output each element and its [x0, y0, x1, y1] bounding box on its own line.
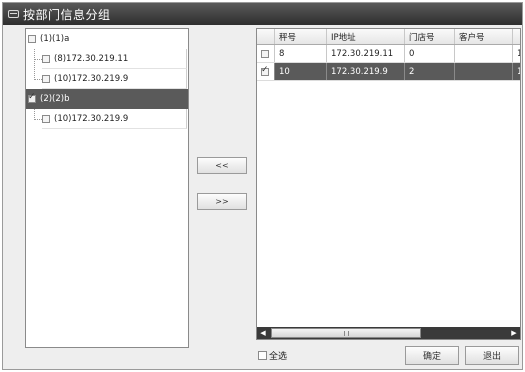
cell-ip: 172.30.219.9 — [327, 63, 405, 80]
column-header-extra[interactable] — [513, 29, 520, 44]
column-header-ip[interactable]: IP地址 — [327, 29, 405, 44]
tree-node-checkbox[interactable] — [42, 114, 50, 123]
window-icon — [8, 10, 19, 18]
scrollbar-thumb[interactable] — [271, 328, 421, 338]
department-tree[interactable]: (1)(1)a (8)172.30.219.11 (10)172.30.219.… — [25, 28, 189, 348]
grid-header: 秤号 IP地址 门店号 客户号 — [257, 29, 520, 45]
cell-scale-no: 10 — [275, 63, 327, 80]
row-check-cell — [257, 45, 275, 62]
table-row[interactable]: 8 172.30.219.11 0 1 — [257, 45, 520, 63]
tree-node-group[interactable]: (1)(1)a — [28, 29, 188, 49]
tree-node-checkbox[interactable] — [28, 35, 36, 43]
row-check-cell — [257, 63, 275, 80]
tree-node-group-selected[interactable]: (2)(2)b — [26, 89, 188, 109]
tree-node-label: (10)172.30.219.9 — [54, 73, 129, 84]
tree-node-scale[interactable]: (8)172.30.219.11 — [42, 49, 187, 69]
scale-grid[interactable]: 秤号 IP地址 门店号 客户号 8 172.30.219.11 0 1 10 1… — [256, 28, 521, 340]
move-right-button[interactable]: >> — [197, 193, 247, 210]
tree-connector — [34, 59, 42, 60]
cell-ip: 172.30.219.11 — [327, 45, 405, 62]
column-header-scale-no[interactable]: 秤号 — [275, 29, 327, 44]
exit-button[interactable]: 退出 — [465, 346, 519, 365]
cell-extra: 1 — [513, 63, 520, 80]
move-left-button[interactable]: << — [197, 157, 247, 174]
row-checkbox[interactable] — [261, 49, 269, 58]
move-left-label: << — [215, 161, 229, 170]
cell-store-no: 2 — [405, 63, 455, 80]
column-header-store-no[interactable]: 门店号 — [405, 29, 455, 44]
grip-icon — [343, 330, 349, 336]
select-all-checkbox[interactable]: 全选 — [258, 349, 287, 362]
select-all-label: 全选 — [269, 352, 288, 362]
tree-node-checkbox[interactable] — [28, 92, 36, 103]
cell-extra: 1 — [513, 45, 520, 62]
tree-connector — [34, 49, 35, 80]
tree-node-checkbox[interactable] — [42, 54, 50, 63]
select-all-box[interactable] — [258, 351, 267, 360]
tree-node-label: (1)(1)a — [40, 34, 70, 44]
window-title: 按部门信息分组 — [23, 7, 111, 22]
table-row-selected[interactable]: 10 172.30.219.9 2 1 — [257, 63, 520, 81]
title-bar[interactable]: 按部门信息分组 — [3, 3, 522, 25]
horizontal-scrollbar[interactable]: ◀ ▶ — [257, 327, 520, 339]
scroll-right-icon[interactable]: ▶ — [508, 327, 520, 339]
cell-store-no: 0 — [405, 45, 455, 62]
tree-node-label: (8)172.30.219.11 — [54, 53, 129, 64]
cell-scale-no: 8 — [275, 45, 327, 62]
confirm-label: 确定 — [422, 352, 441, 362]
exit-label: 退出 — [482, 352, 501, 362]
row-checkbox[interactable] — [261, 65, 269, 76]
column-header-customer-no[interactable]: 客户号 — [455, 29, 513, 44]
tree-node-label: (10)172.30.219.9 — [54, 113, 129, 124]
grid-header-check-cell — [257, 29, 275, 44]
tree-connector — [34, 119, 42, 120]
cell-customer-no — [455, 63, 513, 80]
cell-customer-no — [455, 45, 513, 62]
tree-connector — [34, 79, 42, 80]
move-right-label: >> — [215, 197, 229, 206]
tree-node-scale[interactable]: (10)172.30.219.9 — [42, 109, 187, 129]
confirm-button[interactable]: 确定 — [405, 346, 459, 365]
tree-node-scale[interactable]: (10)172.30.219.9 — [42, 69, 187, 89]
scroll-left-icon[interactable]: ◀ — [257, 327, 269, 339]
tree-node-label: (2)(2)b — [40, 94, 70, 104]
tree-node-checkbox[interactable] — [42, 74, 50, 83]
